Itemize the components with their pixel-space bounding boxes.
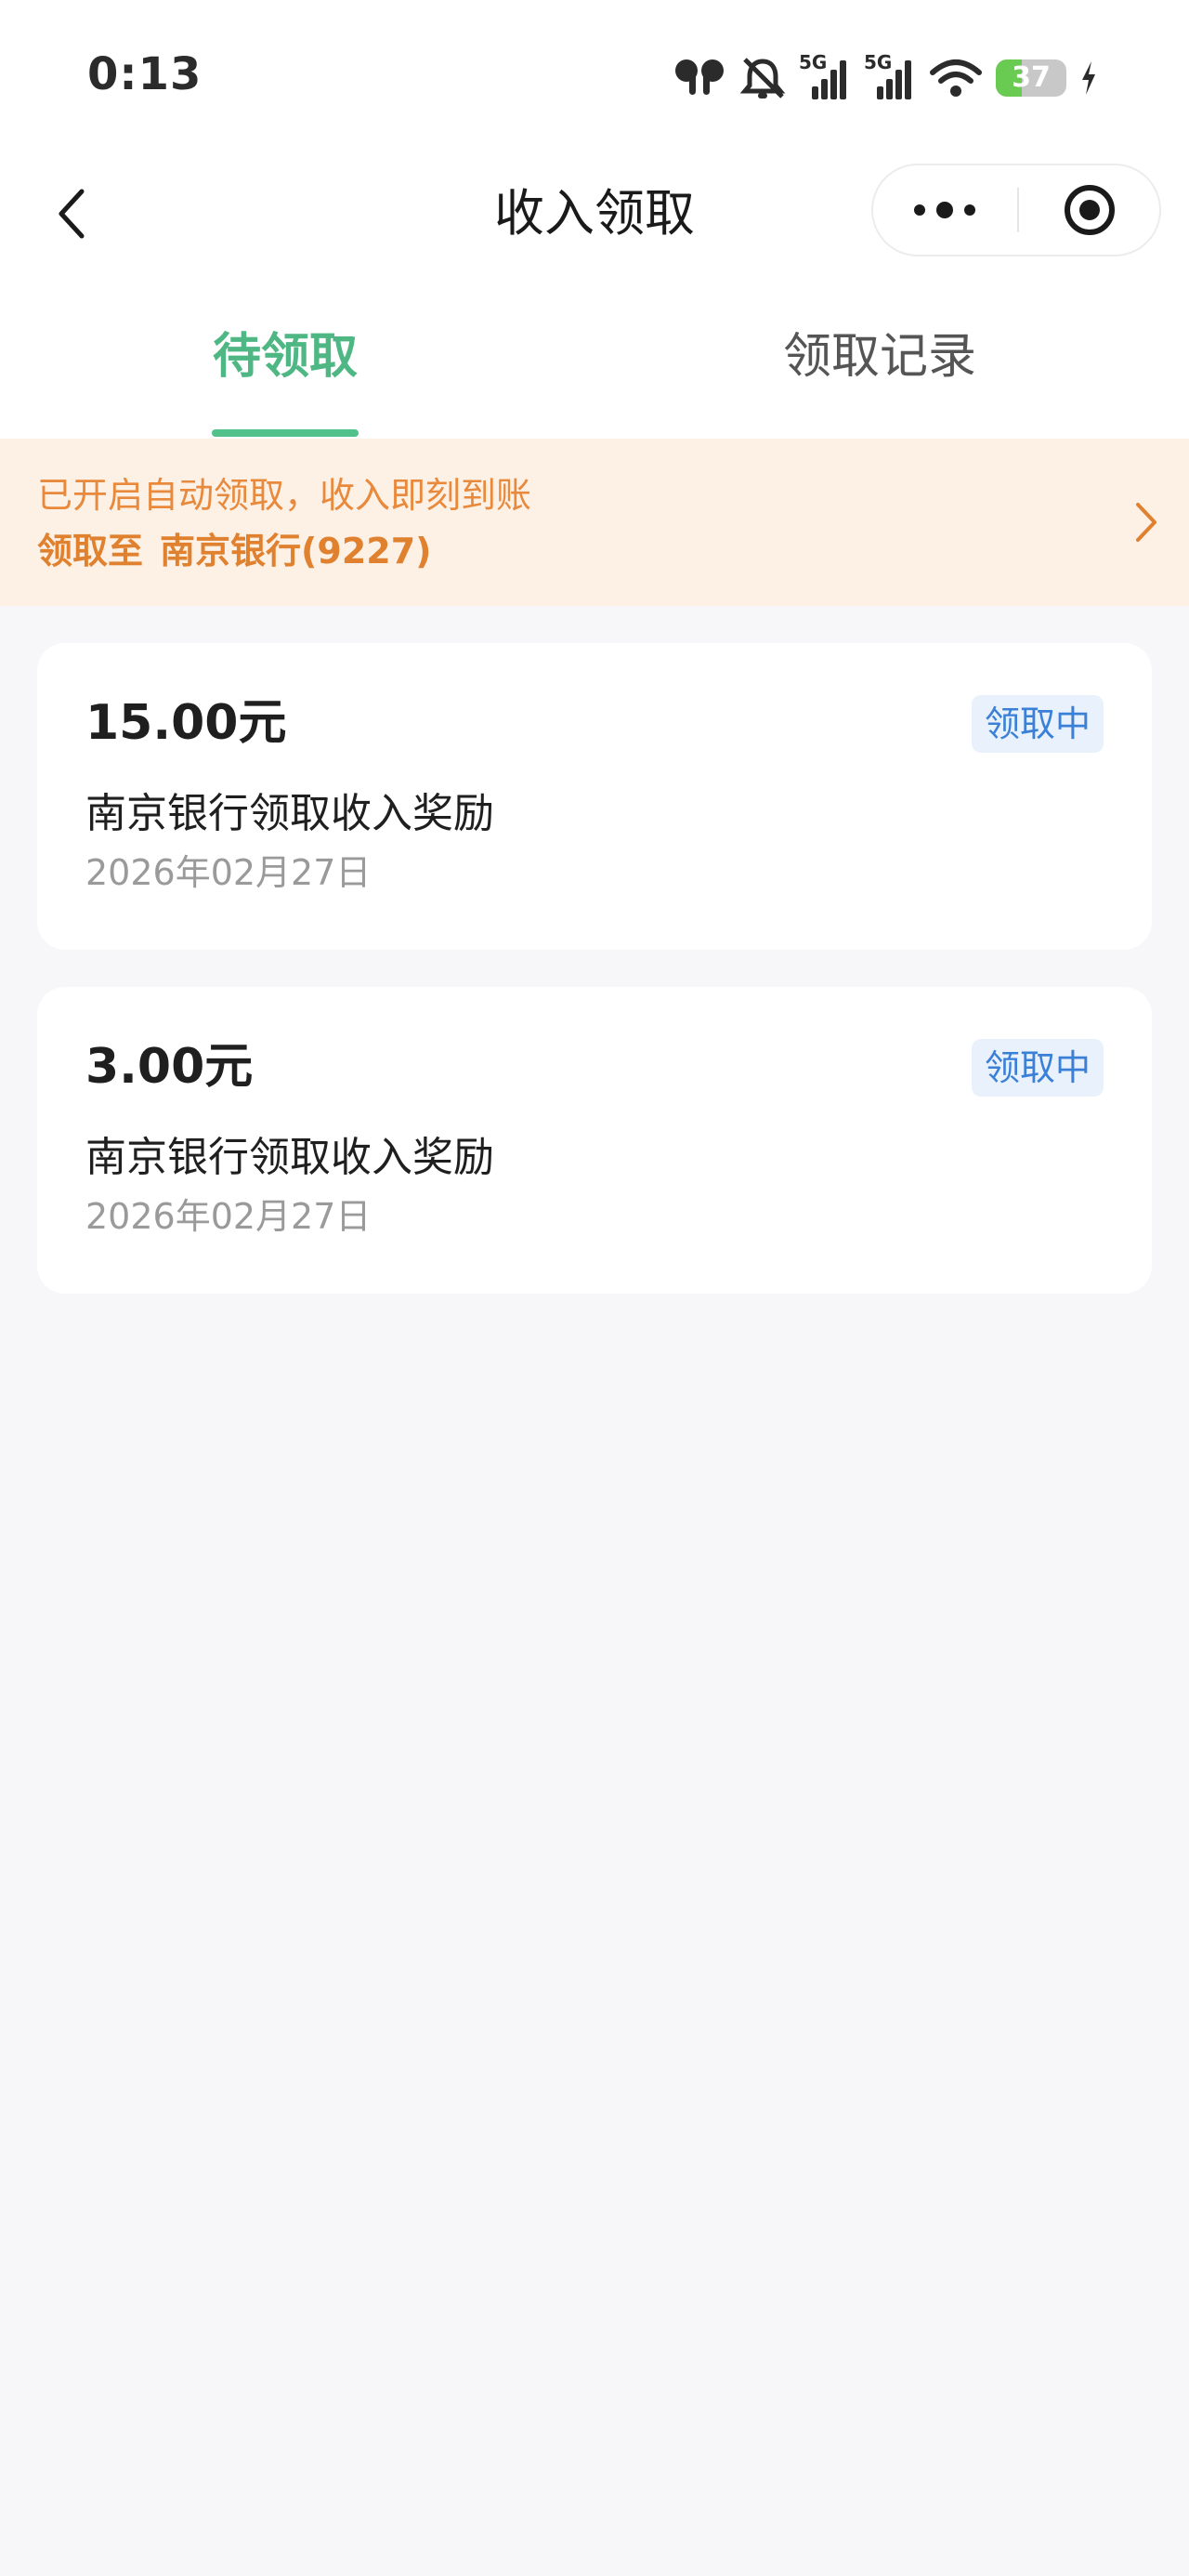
nav-bar: 收入领取 (0, 158, 1189, 269)
status-badge: 领取中 (971, 1039, 1104, 1097)
battery-level: 37 (1012, 61, 1051, 94)
more-button[interactable] (873, 165, 1016, 255)
earbuds-icon (673, 58, 726, 99)
status-icons: 5G 5G 37 (673, 51, 1098, 104)
signal-5g-icon: 5G (799, 51, 851, 101)
status-bar: 0:13 5G 5G 37 (0, 0, 1189, 158)
signal-label: 5G (864, 51, 893, 73)
tab-records[interactable]: 领取记录 (594, 327, 1165, 387)
tab-active-indicator (212, 429, 359, 437)
chevron-right-icon (1128, 496, 1165, 548)
tab-bar: 待领取 领取记录 (0, 269, 1189, 439)
income-date: 2026年02月27日 (85, 1196, 372, 1237)
income-card[interactable]: 3.00元 领取中 南京银行领取收入奖励 2026年02月27日 (37, 987, 1152, 1294)
tab-pending[interactable]: 待领取 (0, 327, 570, 387)
signal-5g-icon: 5G (864, 51, 916, 101)
charging-bolt-icon (1079, 59, 1098, 97)
bell-muted-icon (739, 56, 786, 100)
mini-program-capsule (871, 164, 1161, 256)
auto-claim-notice[interactable]: 已开启自动领取，收入即刻到账 领取至 南京银行(9227) (0, 439, 1189, 606)
income-description: 南京银行领取收入奖励 (85, 790, 494, 837)
signal-label: 5G (799, 51, 828, 73)
status-badge: 领取中 (971, 695, 1104, 753)
income-card[interactable]: 15.00元 领取中 南京银行领取收入奖励 2026年02月27日 (37, 643, 1152, 950)
battery-icon: 37 (996, 59, 1066, 97)
wifi-icon (929, 58, 983, 99)
income-amount: 3.00元 (85, 1039, 254, 1095)
income-date: 2026年02月27日 (85, 852, 372, 893)
notice-bank: 南京银行(9227) (160, 531, 432, 572)
more-dots-icon (914, 202, 975, 218)
notice-destination: 领取至 南京银行(9227) (37, 528, 432, 574)
income-description: 南京银行领取收入奖励 (85, 1134, 494, 1181)
notice-text: 已开启自动领取，收入即刻到账 (37, 475, 532, 516)
close-button[interactable] (1019, 165, 1159, 255)
notice-prefix: 领取至 (37, 531, 144, 572)
close-target-icon (1064, 185, 1115, 235)
income-amount: 15.00元 (85, 695, 287, 751)
status-time: 0:13 (87, 48, 203, 100)
